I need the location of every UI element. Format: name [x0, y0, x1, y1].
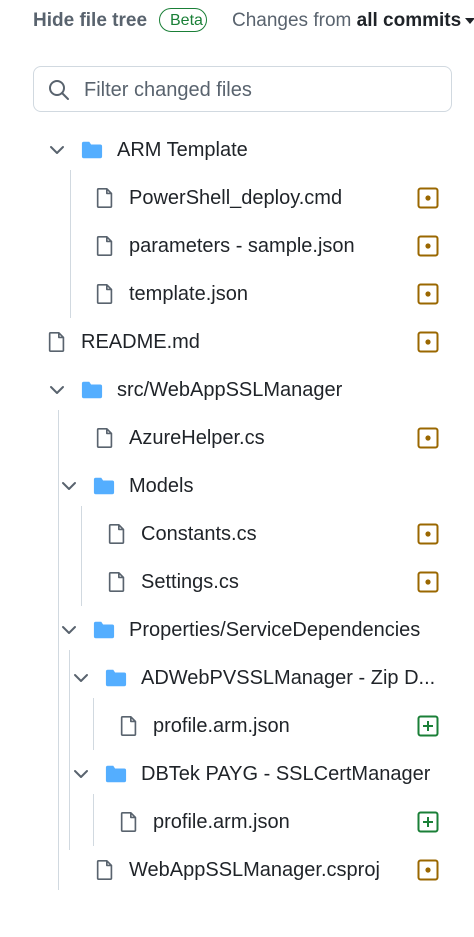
tree-file-template-json[interactable]: template.json	[0, 272, 474, 316]
tree-folder-dbtek[interactable]: DBTek PAYG - SSLCertManager	[0, 752, 474, 796]
tree-item-label: ARM Template	[117, 139, 248, 161]
tree-file-powershell-deploy[interactable]: PowerShell_deploy.cmd	[0, 176, 474, 220]
tree-item-label: template.json	[129, 283, 248, 305]
beta-badge: Beta	[159, 8, 207, 32]
chevron-down-icon[interactable]	[60, 621, 78, 639]
file-icon	[120, 812, 137, 832]
tree-item-label: profile.arm.json	[153, 811, 290, 833]
tree-item-label: profile.arm.json	[153, 715, 290, 737]
tree-item-label: ADWebPVSSLManager - Zip D...	[141, 667, 436, 689]
folder-icon	[81, 141, 103, 159]
tree-file-profile-arm-2[interactable]: profile.arm.json	[0, 800, 474, 844]
chevron-down-icon[interactable]	[72, 669, 90, 687]
file-modified-icon	[417, 331, 439, 353]
file-modified-icon	[417, 235, 439, 257]
chevron-down-icon[interactable]	[60, 477, 78, 495]
file-modified-icon	[417, 187, 439, 209]
file-icon	[96, 284, 113, 304]
filter-box	[33, 66, 452, 112]
chevron-down-icon[interactable]	[48, 141, 66, 159]
file-icon	[96, 236, 113, 256]
tree-file-azure-helper[interactable]: AzureHelper.cs	[0, 416, 474, 460]
hide-file-tree-button[interactable]: Hide file tree	[33, 10, 147, 32]
file-modified-icon	[417, 859, 439, 881]
tree-folder-adweb[interactable]: ADWebPVSSLManager - Zip D...	[0, 656, 474, 700]
tree-file-constants[interactable]: Constants.cs	[0, 512, 474, 556]
tree-folder-properties[interactable]: Properties/ServiceDependencies	[0, 608, 474, 652]
file-icon	[108, 524, 125, 544]
chevron-down-icon[interactable]	[48, 381, 66, 399]
chevron-down-icon[interactable]	[72, 765, 90, 783]
tree-item-label: Models	[129, 475, 194, 497]
tree-item-label: README.md	[81, 331, 200, 353]
file-modified-icon	[417, 571, 439, 593]
tree-item-label: Settings.cs	[141, 571, 239, 593]
tree-item-label: PowerShell_deploy.cmd	[129, 187, 343, 209]
changes-prefix: Changes from	[232, 10, 357, 31]
folder-icon	[81, 381, 103, 399]
file-modified-icon	[417, 283, 439, 305]
caret-down-icon	[465, 17, 474, 24]
file-icon	[108, 572, 125, 592]
filter-changed-files-input[interactable]	[82, 75, 446, 105]
tree-folder-src[interactable]: src/WebAppSSLManager	[0, 368, 474, 412]
tree-file-parameters-sample[interactable]: parameters - sample.json	[0, 224, 474, 268]
tree-item-label: AzureHelper.cs	[129, 427, 265, 449]
tree-file-settings[interactable]: Settings.cs	[0, 560, 474, 604]
tree-folder-models[interactable]: Models	[0, 464, 474, 508]
tree-folder-arm-template[interactable]: ARM Template	[0, 128, 474, 172]
file-icon	[120, 716, 137, 736]
changes-from-dropdown[interactable]: Changes from all commits	[232, 10, 474, 32]
tree-file-csproj[interactable]: WebAppSSLManager.csproj	[0, 848, 474, 892]
file-added-icon	[417, 811, 439, 833]
file-icon	[96, 860, 113, 880]
file-modified-icon	[417, 427, 439, 449]
folder-icon	[93, 621, 115, 639]
tree-item-label: Properties/ServiceDependencies	[129, 619, 421, 641]
folder-icon	[93, 477, 115, 495]
tree-file-readme[interactable]: README.md	[0, 320, 474, 364]
tree-item-label: src/WebAppSSLManager	[117, 379, 343, 401]
tree-item-label: Constants.cs	[141, 523, 257, 545]
tree-item-label: WebAppSSLManager.csproj	[129, 859, 380, 881]
folder-icon	[105, 765, 127, 783]
file-icon	[48, 332, 65, 352]
file-icon	[96, 428, 113, 448]
file-tree-header: Hide file tree Beta Changes from all com…	[0, 0, 474, 42]
file-modified-icon	[417, 523, 439, 545]
tree-file-profile-arm-1[interactable]: profile.arm.json	[0, 704, 474, 748]
changes-value: all commits	[356, 10, 462, 31]
search-icon	[49, 80, 69, 100]
tree-item-label: DBTek PAYG - SSLCertManager	[141, 763, 431, 785]
folder-icon	[105, 669, 127, 687]
file-added-icon	[417, 715, 439, 737]
tree-item-label: parameters - sample.json	[129, 235, 355, 257]
file-icon	[96, 188, 113, 208]
